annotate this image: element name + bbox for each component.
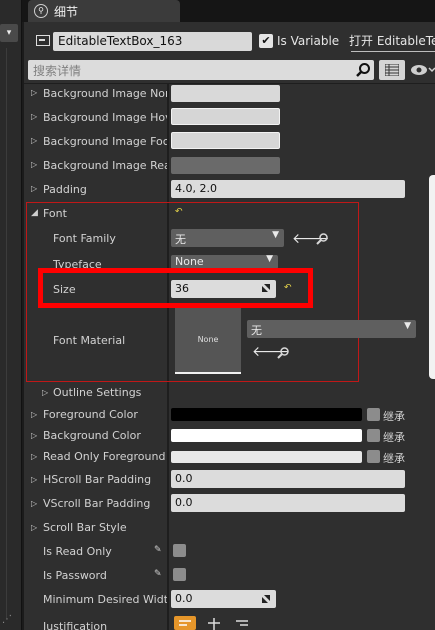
magnifier-icon: ⚲ [34,4,48,18]
widget-name-input[interactable]: EditableTextBox_163 [53,32,252,51]
inherit-checkbox[interactable] [367,429,380,442]
prop-size-label: Size [53,283,76,296]
is-variable-label: Is Variable [277,34,340,48]
textbox-widget-icon [36,35,50,46]
prop-is-password-label: Is Password [43,569,107,582]
adjacent-panel [0,0,22,630]
prop-foreground-color-label: Foreground Color [43,408,138,421]
chevron-down-icon: ▼ [404,321,411,331]
align-right-icon[interactable] [231,616,253,630]
prop-vscroll-padding-label: VScroll Bar Padding [43,497,151,510]
inherit-label: 继承 [383,452,405,465]
is-read-only-checkbox[interactable] [173,544,186,557]
font-material-value: 无 [251,324,262,337]
divider [6,48,7,618]
prop-min-desired-width-label: Minimum Desired Width [43,593,167,606]
size-value: 36 [175,282,189,295]
divider [24,83,435,84]
prop-is-read-only-label: Is Read Only [43,545,112,558]
expand-arrow-icon[interactable]: ▷ [31,112,37,121]
browse-asset-icon[interactable] [316,232,329,245]
prop-read-only-fg-color-label: Read Only Foreground Co [43,450,167,463]
expand-arrow-icon[interactable]: ▷ [31,160,37,169]
drag-handle-icon[interactable] [261,283,271,293]
hscroll-padding-input[interactable]: 0.0 [171,470,405,488]
expand-arrow-icon[interactable]: ▷ [31,410,37,419]
expand-arrow-icon[interactable]: ▷ [31,431,37,440]
expand-arrow-icon[interactable]: ▷ [31,523,37,532]
typeface-value: None [175,255,204,268]
read-only-fg-color-swatch[interactable] [171,451,362,463]
bg-image-normal-swatch[interactable] [171,85,280,102]
pin-icon[interactable]: ✎ [154,545,162,555]
expand-arrow-icon[interactable]: ▷ [31,88,37,97]
inherit-label: 继承 [383,431,405,444]
scrollbar[interactable] [429,175,435,379]
typeface-dropdown[interactable]: None ▼ [171,254,278,269]
open-class-link[interactable]: 打开 EditableTe [349,32,435,52]
bg-image-readonly-swatch[interactable] [171,157,280,174]
prop-font-material-label: Font Material [53,334,126,347]
prop-padding-label: Padding [43,183,87,196]
chevron-down-icon: ▼ [266,254,273,264]
bg-image-focused-swatch[interactable] [171,132,280,149]
thumbnail-label: None [197,335,219,344]
expand-arrow-icon[interactable]: ▷ [31,136,37,145]
prop-font-family-label: Font Family [53,232,116,245]
inherit-checkbox[interactable] [367,450,380,463]
background-color-swatch[interactable] [171,429,362,442]
prop-justification-label: Justification [43,620,108,630]
bg-image-hovered-swatch[interactable] [171,108,280,125]
property-matrix-icon [385,64,399,76]
browse-asset-icon[interactable] [277,346,290,359]
tab-details[interactable]: ⚲ 细节 [28,0,180,22]
expand-arrow-icon[interactable]: ▷ [31,452,37,461]
justify-left-button[interactable] [174,616,196,630]
prop-font-label: Font [43,207,67,220]
expand-arrow-icon[interactable]: ▷ [31,184,37,193]
prop-outline-settings-label: Outline Settings [53,386,142,399]
pin-icon[interactable]: ✎ [154,569,162,579]
chevron-down-icon[interactable]: ▾ [0,24,18,42]
is-password-checkbox[interactable] [173,568,186,581]
align-center-icon[interactable] [203,616,225,630]
prop-hscroll-padding-label: HScroll Bar Padding [43,473,152,486]
padding-input[interactable]: 4.0, 2.0 [171,180,405,198]
expand-arrow-icon[interactable]: ▷ [31,475,37,484]
prop-bg-image-readonly-label: Background Image Read [43,159,167,172]
expand-arrow-icon[interactable]: ▷ [42,388,48,397]
chevron-down-icon: ▼ [272,230,279,240]
prop-bg-image-focused-label: Background Image Focus [43,135,167,148]
eye-icon[interactable] [409,62,435,78]
reset-to-default-icon[interactable]: ↶ [284,283,292,293]
vscroll-padding-input[interactable]: 0.0 [171,494,405,512]
search-icon[interactable] [355,62,371,78]
font-material-dropdown[interactable]: 无 ▼ [247,320,416,338]
font-family-dropdown[interactable]: 无 ▼ [171,229,284,247]
align-left-icon [179,620,191,626]
is-variable-checkbox[interactable]: ✔ [259,34,273,48]
foreground-color-swatch[interactable] [171,408,362,421]
drag-handle-icon[interactable] [261,594,271,604]
resize-grip-icon: ⋰ [2,614,12,625]
reset-to-default-icon[interactable]: ↶ [175,207,183,217]
inherit-checkbox[interactable] [367,408,380,421]
min-desired-width-value: 0.0 [175,592,193,605]
collapse-arrow-icon[interactable]: ◢ [31,208,38,218]
tab-label: 细节 [54,5,79,19]
prop-bg-image-hovered-label: Background Image Hove [43,111,167,124]
prop-bg-image-normal-label: Background Image Norm [43,87,167,100]
prop-background-color-label: Background Color [43,429,141,442]
inherit-label: 继承 [383,410,405,423]
search-input[interactable]: 搜索详情 [28,60,374,80]
expand-arrow-icon[interactable]: ▷ [31,499,37,508]
prop-scroll-bar-style-label: Scroll Bar Style [43,521,127,534]
font-family-value: 无 [175,233,186,246]
link-underline [351,51,435,52]
